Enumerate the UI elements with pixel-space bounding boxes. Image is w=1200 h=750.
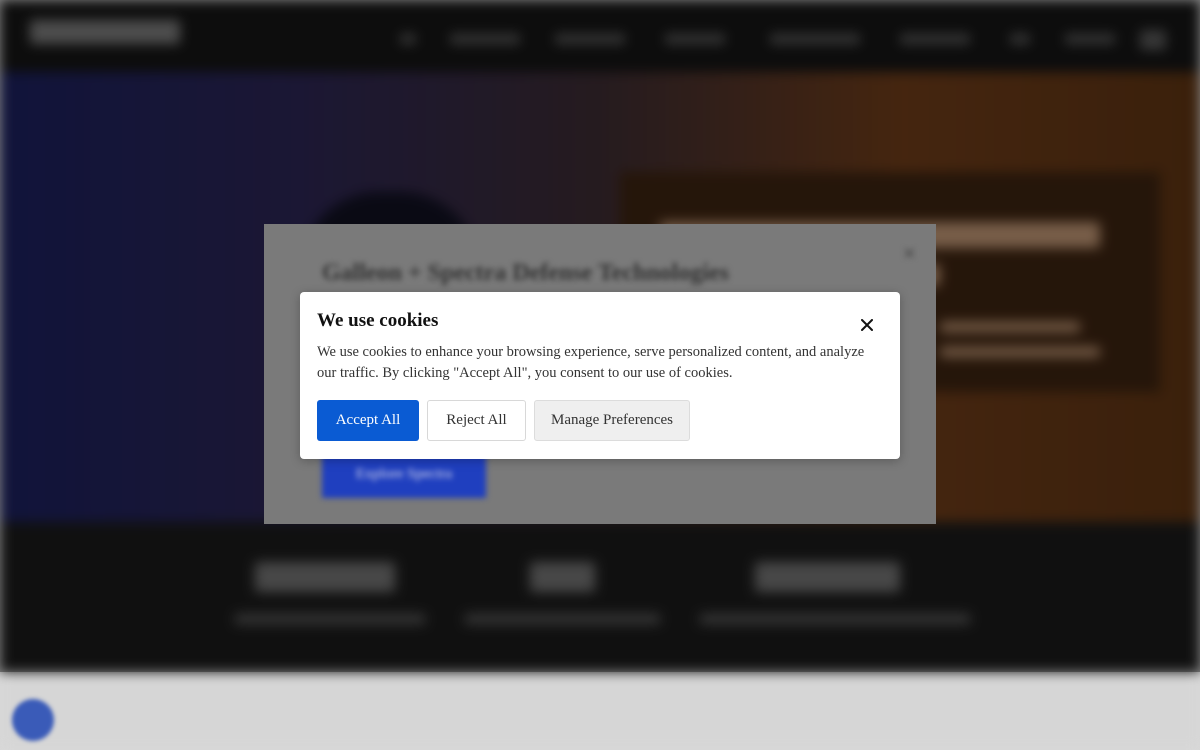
close-icon-glyph xyxy=(861,319,873,331)
close-icon[interactable] xyxy=(854,312,880,338)
promo-modal-title: Galleon + Spectra Defense Technologies xyxy=(322,260,729,286)
chat-icon[interactable] xyxy=(12,699,54,741)
reject-all-button[interactable]: Reject All xyxy=(427,400,526,441)
cookie-consent-dialog: We use cookies We use cookies to enhance… xyxy=(300,292,900,459)
manage-preferences-button[interactable]: Manage Preferences xyxy=(534,400,690,441)
cookie-title: We use cookies xyxy=(317,310,439,331)
close-icon[interactable]: ✕ xyxy=(903,244,916,264)
accept-all-button[interactable]: Accept All xyxy=(317,400,419,441)
footer-area xyxy=(0,672,1200,750)
cookie-message: We use cookies to enhance your browsing … xyxy=(317,344,865,381)
